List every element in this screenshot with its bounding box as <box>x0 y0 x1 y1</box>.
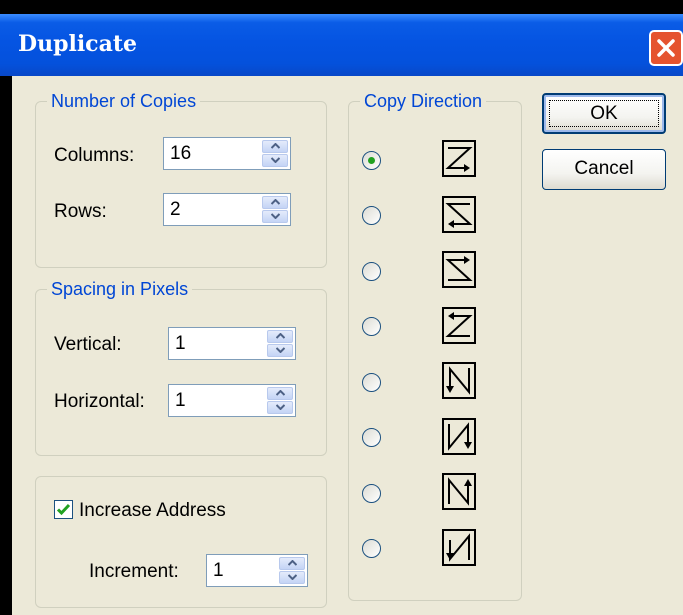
increase-address-label[interactable]: Increase Address <box>79 500 226 522</box>
columns-decrement-button[interactable] <box>262 154 288 167</box>
number-of-copies-legend: Number of Copies <box>47 91 201 111</box>
chevron-up-icon <box>276 390 285 396</box>
chevron-down-icon <box>276 404 285 410</box>
rows-label: Rows: <box>54 201 107 222</box>
increment-decrement-button[interactable] <box>279 571 305 584</box>
chevron-up-icon <box>271 199 280 205</box>
direction-icon-s-left-down <box>442 196 476 233</box>
title-bar[interactable]: Duplicate <box>0 14 683 76</box>
dialog-title: Duplicate <box>18 31 137 57</box>
dialog-body: Number of Copies Columns: 16 Rows: 2 Spa… <box>12 76 683 615</box>
radio-selected-dot <box>368 157 375 164</box>
copy-direction-legend: Copy Direction <box>360 91 487 111</box>
cancel-button[interactable]: Cancel <box>542 149 666 190</box>
increment-spinner[interactable]: 1 <box>206 554 308 587</box>
increment-label: Increment: <box>89 561 179 582</box>
spacing-in-pixels-legend: Spacing in Pixels <box>47 279 193 299</box>
chevron-up-icon <box>288 560 297 566</box>
horizontal-increment-button[interactable] <box>267 387 293 400</box>
increment-increment-button[interactable] <box>279 557 305 570</box>
direction-radio-2[interactable] <box>362 206 381 225</box>
chevron-down-icon <box>271 213 280 219</box>
vertical-increment-button[interactable] <box>267 330 293 343</box>
columns-increment-button[interactable] <box>262 140 288 153</box>
rows-decrement-button[interactable] <box>262 210 288 223</box>
vertical-spinner[interactable]: 1 <box>168 327 296 360</box>
direction-radio-3[interactable] <box>362 262 381 281</box>
chevron-down-icon <box>271 157 280 163</box>
direction-icon-n-down-left <box>442 362 476 399</box>
close-button[interactable] <box>649 30 683 66</box>
direction-radio-7[interactable] <box>362 484 381 503</box>
increment-value[interactable]: 1 <box>213 559 224 583</box>
direction-radio-5[interactable] <box>362 373 381 392</box>
direction-radio-1[interactable] <box>362 151 381 170</box>
chevron-down-icon <box>288 574 297 580</box>
direction-radio-4[interactable] <box>362 317 381 336</box>
columns-spinner[interactable]: 16 <box>163 137 291 170</box>
duplicate-dialog: Duplicate Number of Copies Columns: 16 R… <box>0 0 683 615</box>
horizontal-value[interactable]: 1 <box>175 389 186 413</box>
cancel-button-label: Cancel <box>574 158 634 179</box>
chevron-down-icon <box>276 347 285 353</box>
vertical-label: Vertical: <box>54 334 122 355</box>
rows-spinner[interactable]: 2 <box>163 193 291 226</box>
chevron-up-icon <box>271 143 280 149</box>
copy-direction-group: Copy Direction <box>348 91 522 601</box>
spacing-in-pixels-group: Spacing in Pixels <box>35 279 327 456</box>
horizontal-decrement-button[interactable] <box>267 401 293 414</box>
direction-icon-z-left-up <box>442 307 476 344</box>
direction-icon-n-up-right <box>442 473 476 510</box>
rows-value[interactable]: 2 <box>170 198 181 222</box>
direction-icon-n-down-left-alt <box>442 529 476 566</box>
direction-icon-n-down-right <box>442 418 476 455</box>
chevron-up-icon <box>276 333 285 339</box>
direction-icon-z-right-down <box>442 140 476 177</box>
vertical-decrement-button[interactable] <box>267 344 293 357</box>
number-of-copies-group: Number of Copies <box>35 91 327 268</box>
close-icon <box>657 39 675 57</box>
ok-button[interactable]: OK <box>542 93 666 134</box>
direction-radio-6[interactable] <box>362 428 381 447</box>
increase-address-checkbox[interactable] <box>54 500 73 519</box>
columns-value[interactable]: 16 <box>170 142 191 166</box>
focus-rectangle <box>549 100 659 127</box>
checkmark-icon <box>56 503 71 516</box>
rows-increment-button[interactable] <box>262 196 288 209</box>
columns-label: Columns: <box>54 145 135 166</box>
horizontal-label: Horizontal: <box>54 391 145 412</box>
direction-icon-s-right-up <box>442 251 476 288</box>
increase-address-group <box>35 476 327 608</box>
horizontal-spinner[interactable]: 1 <box>168 384 296 417</box>
vertical-value[interactable]: 1 <box>175 332 186 356</box>
direction-radio-8[interactable] <box>362 539 381 558</box>
